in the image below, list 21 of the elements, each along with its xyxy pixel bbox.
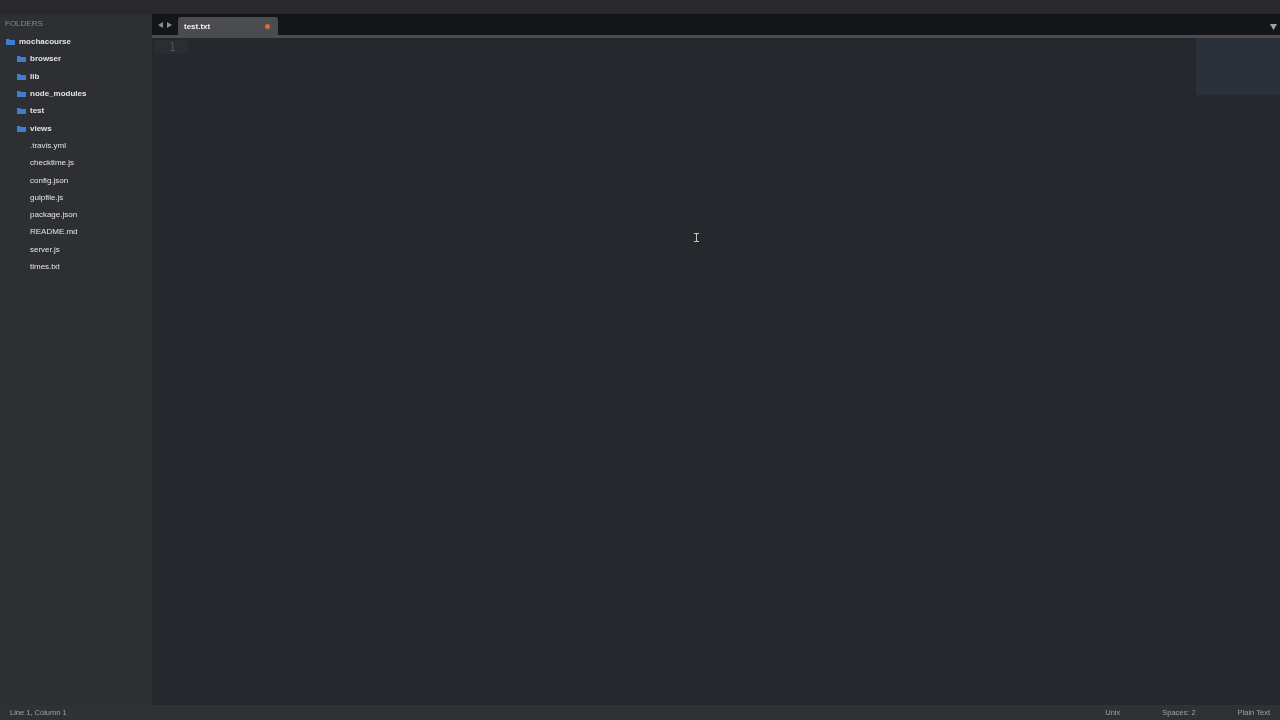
file-item[interactable]: config.json: [30, 175, 69, 185]
file-tab[interactable]: test.txt: [178, 17, 278, 35]
file-item[interactable]: times.txt: [30, 262, 60, 271]
folder-item[interactable]: test: [30, 106, 45, 116]
folder-item[interactable]: browser: [30, 54, 62, 64]
file-item[interactable]: package.json: [30, 210, 78, 220]
folder-icon: [6, 38, 15, 46]
left-arrow-icon[interactable]: [158, 21, 163, 28]
file-item[interactable]: gulpfile.js: [30, 192, 64, 202]
file-item[interactable]: README.md: [30, 227, 78, 237]
dropdown-icon[interactable]: [1270, 24, 1277, 30]
folder-item[interactable]: mochacourse: [19, 37, 72, 47]
sidebar-header: FOLDERS: [4, 18, 44, 30]
right-arrow-icon[interactable]: [167, 21, 172, 28]
folder-item[interactable]: node_modules: [30, 89, 87, 99]
file-item[interactable]: .travis.yml: [30, 140, 66, 150]
file-item[interactable]: checktime.js: [30, 158, 74, 168]
file-item[interactable]: server.js: [30, 244, 60, 254]
folder-item[interactable]: lib: [30, 71, 40, 81]
text-cursor-icon: [694, 233, 699, 242]
folder-item[interactable]: views: [30, 123, 52, 133]
